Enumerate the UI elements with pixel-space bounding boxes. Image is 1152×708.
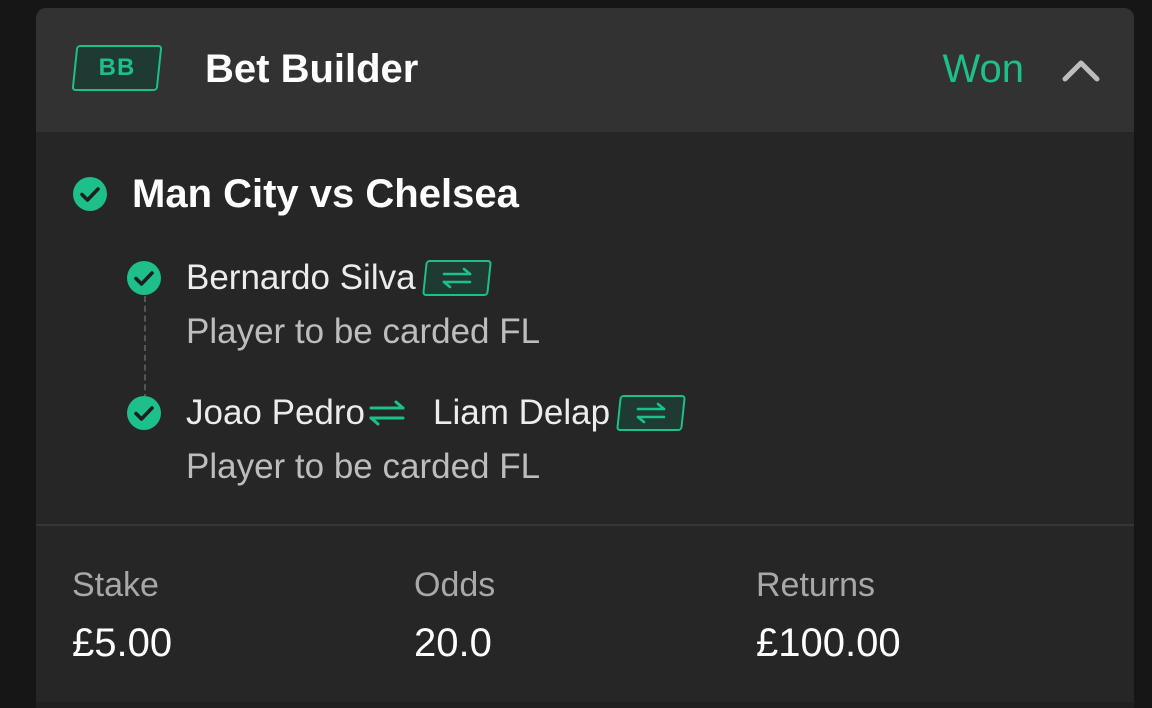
- bet-card-header[interactable]: BB Bet Builder Won: [36, 8, 1134, 132]
- bet-builder-badge-label: BB: [98, 54, 136, 81]
- bet-builder-badge: BB: [71, 45, 163, 91]
- check-circle-icon: [127, 396, 161, 430]
- swap-player-button[interactable]: [616, 395, 686, 431]
- selection-market: Player to be carded FL: [186, 447, 541, 486]
- stake-label: Stake: [72, 566, 159, 604]
- stake-value: £5.00: [72, 621, 173, 665]
- selection-player: Bernardo Silva: [186, 258, 416, 297]
- selection-item: Bernardo Silva Player to be carded FL: [126, 258, 540, 352]
- selection-replaced-player: Joao Pedro: [186, 393, 366, 432]
- match-title: Man City vs Chelsea: [132, 171, 519, 216]
- check-circle-icon: [73, 177, 107, 211]
- swap-player-button[interactable]: [421, 260, 492, 296]
- match-row: Man City vs Chelsea: [72, 171, 519, 216]
- summary-divider: [36, 524, 1134, 526]
- swap-arrows-icon: [369, 400, 405, 426]
- odds-summary: Odds 20.0: [414, 564, 495, 666]
- bet-status: Won: [942, 47, 1024, 91]
- returns-label: Returns: [756, 566, 876, 604]
- returns-summary: Returns £100.00: [756, 564, 901, 666]
- swap-arrows-icon: [636, 402, 666, 424]
- chevron-up-icon[interactable]: [1062, 58, 1100, 82]
- check-circle-icon: [127, 261, 161, 295]
- returns-value: £100.00: [756, 621, 901, 665]
- swap-arrows-icon: [442, 267, 471, 289]
- selection-item: Joao Pedro Liam Delap Player to be carde…: [126, 393, 686, 487]
- card-bottom-edge: [36, 702, 1134, 708]
- odds-value: 20.0: [414, 621, 492, 665]
- bet-card: BB Bet Builder Won Man City vs Chelsea B…: [36, 8, 1134, 708]
- bet-type-title: Bet Builder: [205, 47, 419, 91]
- selection-player: Liam Delap: [433, 393, 611, 432]
- selection-market: Player to be carded FL: [186, 312, 541, 351]
- stake-summary: Stake £5.00: [72, 564, 172, 666]
- odds-label: Odds: [414, 566, 496, 604]
